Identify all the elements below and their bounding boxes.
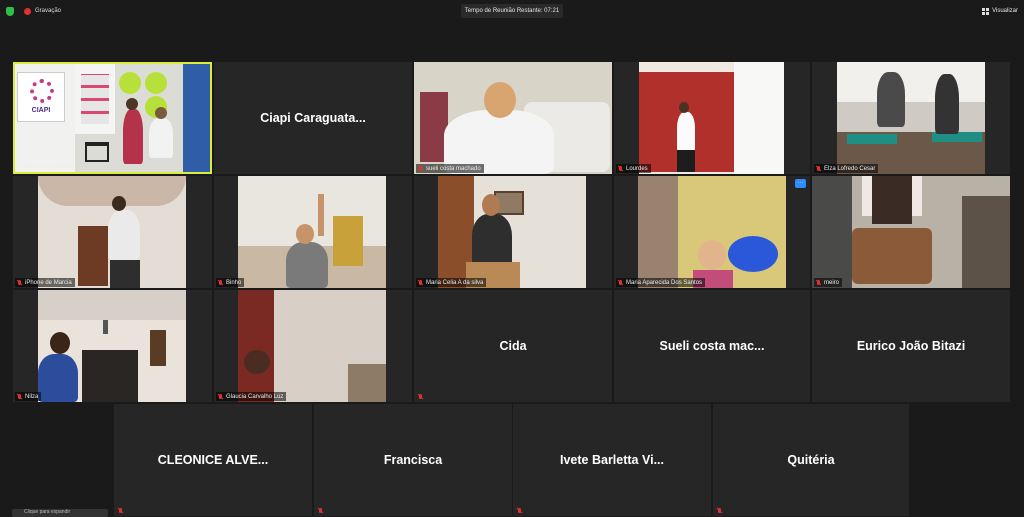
participant-status (515, 506, 528, 515)
muted-mic-icon (418, 165, 423, 172)
participant-name-label: Maria Celia A da silva (416, 278, 487, 287)
participant-status (416, 392, 429, 401)
video-tile-eurico[interactable]: Eurico João Bitazi (812, 290, 1010, 402)
grid-view-icon (982, 7, 990, 15)
participant-name-label: Binho (216, 278, 245, 287)
video-tile-lourdes[interactable]: Lourdes (614, 62, 810, 174)
video-feed (38, 176, 186, 288)
participant-name-large: Ivete Barletta Vi... (560, 453, 664, 467)
video-tile-cleonice[interactable]: CLEONICE ALVE... (114, 404, 312, 516)
video-feed (837, 62, 985, 174)
video-tile-glaucia[interactable]: Glaucia Carvalho Luz (214, 290, 412, 402)
muted-mic-icon (218, 279, 223, 286)
participant-name-large: Ciapi Caraguata... (260, 111, 366, 125)
recording-dot-icon (24, 7, 31, 15)
video-tile-cida[interactable]: Cida (414, 290, 612, 402)
participant-status (116, 506, 129, 515)
recording-label: Gravação (35, 8, 62, 14)
video-tile-sueli[interactable]: sueli costa machado (414, 62, 612, 174)
muted-mic-icon (318, 507, 323, 514)
participant-name-large: Eurico João Bitazi (856, 339, 966, 353)
participant-name-label: meiro (814, 278, 843, 287)
muted-mic-icon (816, 279, 821, 286)
participant-name-label: Elza Lofredo Cesar (814, 164, 879, 173)
muted-mic-icon (618, 279, 623, 286)
muted-mic-icon (517, 507, 522, 514)
video-tile-ciapi[interactable]: CIAPI Ciapi Caraguatatuba (13, 62, 212, 174)
video-tile-elza[interactable]: Elza Lofredo Cesar (812, 62, 1010, 174)
video-tile-quiteria[interactable]: Quitéria (713, 404, 909, 516)
participant-name-label: iPhone de Marcia (15, 278, 75, 287)
participant-status (316, 506, 329, 515)
meeting-topbar: Gravação Tempo de Reunião Restante: 07:2… (0, 0, 1024, 22)
participant-name-large: Cida (499, 339, 527, 353)
more-options-icon[interactable]: ··· (795, 179, 806, 188)
muted-mic-icon (17, 279, 22, 286)
video-tile-sueli-2[interactable]: Sueli costa mac... (614, 290, 810, 402)
participant-status (715, 506, 728, 515)
video-feed (238, 290, 386, 402)
muted-mic-icon (418, 279, 423, 286)
security-shield-icon[interactable] (6, 6, 14, 16)
video-feed (238, 176, 386, 288)
video-feed (638, 176, 786, 288)
video-feed (438, 176, 586, 288)
participant-name-label: Nilza (15, 392, 42, 401)
video-tile-marcia[interactable]: iPhone de Marcia (13, 176, 212, 288)
muted-mic-icon (717, 507, 722, 514)
video-tile-nilza[interactable]: Nilza (13, 290, 212, 402)
muted-mic-icon (118, 507, 123, 514)
muted-mic-icon (816, 165, 821, 172)
video-feed (38, 290, 186, 402)
muted-mic-icon (618, 165, 623, 172)
muted-mic-icon (418, 393, 423, 400)
participant-name-label: Glaucia Carvalho Luz (216, 392, 287, 401)
participant-name-label: Maria Aparecida Dos Santos (616, 278, 706, 287)
muted-mic-icon (17, 393, 22, 400)
participant-name-label: Lourdes (616, 164, 651, 173)
participant-name-label: Ciapi Caraguatatuba (19, 163, 75, 170)
participant-name-large: Quitéria (787, 453, 835, 467)
participant-name-label: sueli costa machado (416, 164, 484, 173)
meeting-time-remaining: Tempo de Reunião Restante: 07:21 (461, 4, 563, 18)
video-feed (639, 62, 784, 174)
participant-name-large: Francisca (383, 453, 443, 467)
video-feed (812, 176, 1010, 288)
video-tile-binho[interactable]: Binho (214, 176, 412, 288)
video-tile-ivete[interactable]: Ivete Barletta Vi... (513, 404, 711, 516)
video-tile-ciapi-off[interactable]: Ciapi Caraguata... (214, 62, 412, 174)
video-feed: CIAPI (15, 64, 210, 172)
expand-hint[interactable]: Clique para expandir (12, 509, 108, 517)
video-feed (414, 62, 612, 174)
view-button-label: Visualizar (992, 8, 1018, 14)
video-tile-francisca[interactable]: Francisca (314, 404, 512, 516)
view-button[interactable]: Visualizar (982, 4, 1018, 18)
participant-name-large: Sueli costa mac... (659, 339, 765, 353)
recording-indicator: Gravação (6, 5, 61, 17)
video-tile-meiro[interactable]: meiro (812, 176, 1010, 288)
ciapi-logo: CIAPI (17, 72, 65, 122)
video-tile-maria-aparecida[interactable]: Maria Aparecida Dos Santos ··· (614, 176, 810, 288)
muted-mic-icon (218, 393, 223, 400)
video-tile-maria-celia[interactable]: Maria Celia A da silva (414, 176, 612, 288)
participant-name-large: CLEONICE ALVE... (157, 453, 269, 467)
